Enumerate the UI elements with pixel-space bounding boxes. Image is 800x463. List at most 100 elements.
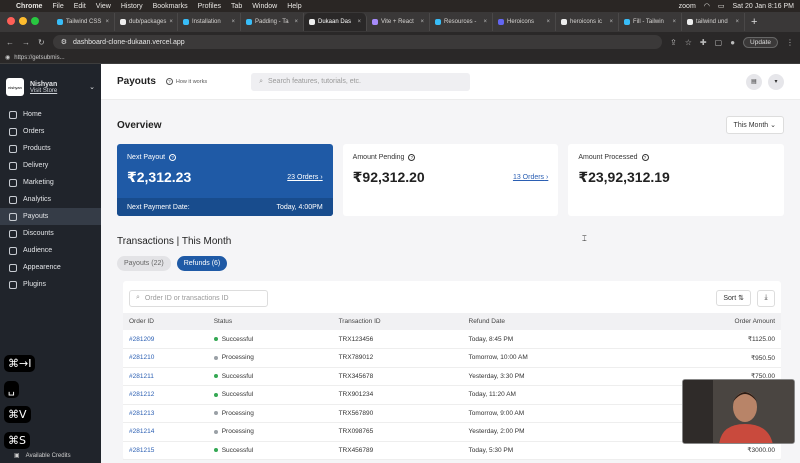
- sidebar-toggle-icon[interactable]: ▢: [715, 38, 723, 47]
- menubar-app-name[interactable]: Chrome: [16, 3, 42, 10]
- forward-icon[interactable]: →: [22, 38, 30, 47]
- search-input[interactable]: ⌕ Search features, tutorials, etc.: [251, 72, 471, 91]
- address-bar[interactable]: ⚙ dashboard-clone-dukaan.vercel.app: [52, 35, 663, 49]
- browser-tab[interactable]: Heroicons ×: [493, 13, 556, 31]
- sidebar-item-delivery[interactable]: Delivery: [0, 157, 101, 174]
- tab-refunds[interactable]: Refunds (6): [176, 256, 228, 271]
- menu-history[interactable]: History: [121, 3, 143, 10]
- close-tab-icon[interactable]: ×: [735, 19, 739, 25]
- close-window-button[interactable]: [7, 17, 15, 25]
- column-order-amount[interactable]: Order Amount: [639, 313, 781, 330]
- download-icon[interactable]: ⤓: [757, 289, 775, 307]
- how-it-works-link[interactable]: ? How it works: [165, 78, 207, 85]
- sidebar-item-home[interactable]: Home: [0, 106, 101, 123]
- order-id-link[interactable]: #281213: [123, 404, 208, 423]
- help-circle-icon[interactable]: ?: [641, 154, 649, 161]
- order-id-link[interactable]: #281211: [123, 367, 208, 386]
- order-id-link[interactable]: #281209: [123, 330, 208, 349]
- zoom-status-icon[interactable]: zoom: [679, 3, 696, 10]
- battery-icon[interactable]: ▭: [718, 2, 725, 10]
- table-row[interactable]: #281210 Processing TRX789012 Tomorrow, 10:0…: [123, 348, 781, 368]
- bookmark-link[interactable]: https://getsubmis...: [14, 55, 64, 61]
- browser-tab[interactable]: Fill - Tailwin ×: [619, 13, 682, 31]
- order-id-link[interactable]: #281214: [123, 422, 208, 442]
- column-transaction-id[interactable]: Transaction ID: [332, 313, 463, 330]
- sidebar-item-plugins[interactable]: Plugins: [0, 276, 101, 293]
- browser-tab[interactable]: tailwind und ×: [682, 13, 745, 31]
- zoom-window-button[interactable]: [31, 17, 39, 25]
- close-tab-icon[interactable]: ×: [294, 19, 298, 25]
- transactions-search-input[interactable]: ⌕ Order ID or transactions ID: [129, 289, 268, 307]
- tab-payouts[interactable]: Payouts (22): [117, 256, 171, 271]
- menu-profiles[interactable]: Profiles: [198, 3, 221, 10]
- column-order-id[interactable]: Order ID: [123, 313, 208, 330]
- order-id-link[interactable]: #281215: [123, 441, 208, 460]
- menu-help[interactable]: Help: [287, 3, 301, 10]
- update-button[interactable]: Update: [743, 36, 778, 48]
- browser-tab[interactable]: Padding - Ta ×: [241, 13, 304, 31]
- browser-tab[interactable]: Installation ×: [178, 13, 241, 31]
- wifi-icon[interactable]: ◠: [704, 2, 710, 10]
- close-tab-icon[interactable]: ×: [546, 19, 550, 25]
- profile-avatar[interactable]: ●: [730, 38, 735, 47]
- announcement-icon[interactable]: ▤: [746, 73, 762, 90]
- browser-tab[interactable]: dub/packages ×: [115, 13, 178, 31]
- close-tab-icon[interactable]: ×: [672, 19, 676, 25]
- next-payout-orders-link[interactable]: 23 Orders ›: [287, 174, 322, 181]
- sidebar-item-label: Payouts: [23, 213, 49, 220]
- reload-icon[interactable]: ↻: [38, 38, 45, 47]
- bookmark-star-icon[interactable]: ☆: [685, 38, 692, 47]
- minimize-window-button[interactable]: [19, 17, 27, 25]
- new-tab-button[interactable]: +: [745, 16, 763, 28]
- back-icon[interactable]: ←: [6, 38, 14, 47]
- menubar-clock[interactable]: Sat 20 Jan 8:16 PM: [733, 3, 794, 10]
- amount-pending-orders-link[interactable]: 13 Orders ›: [513, 174, 548, 181]
- sidebar-item-discounts[interactable]: Discounts: [0, 225, 101, 242]
- sidebar-item-audience[interactable]: Audience: [0, 242, 101, 259]
- share-icon[interactable]: ⇪: [670, 38, 677, 47]
- table-row[interactable]: #281215 Successful TRX456789 Today, 5:30 PM…: [123, 441, 781, 460]
- browser-tab[interactable]: heroicons ic ×: [556, 13, 619, 31]
- sort-button[interactable]: Sort ⇅: [716, 290, 751, 306]
- sidebar-item-analytics[interactable]: Analytics: [0, 191, 101, 208]
- url-text[interactable]: dashboard-clone-dukaan.vercel.app: [73, 39, 185, 46]
- visit-store-link[interactable]: Visit Store: [30, 88, 57, 94]
- account-menu-chevron-icon[interactable]: ▾: [768, 73, 784, 90]
- column-refund-date[interactable]: Refund Date: [462, 313, 640, 330]
- order-id-link[interactable]: #281210: [123, 348, 208, 368]
- sidebar-item-payouts[interactable]: Payouts: [0, 208, 101, 225]
- period-dropdown[interactable]: This Month ⌄: [725, 116, 784, 134]
- table-row[interactable]: #281209 Successful TRX123456 Today, 8:45 PM…: [123, 330, 781, 349]
- browser-menu-icon[interactable]: ⋮: [786, 38, 794, 47]
- close-tab-icon[interactable]: ×: [231, 19, 235, 25]
- chevron-down-icon[interactable]: ⌄: [89, 83, 95, 91]
- extensions-icon[interactable]: ✚: [700, 38, 707, 47]
- browser-tab[interactable]: Vite + React ×: [367, 13, 430, 31]
- close-tab-icon[interactable]: ×: [169, 19, 173, 25]
- close-tab-icon[interactable]: ×: [483, 19, 487, 25]
- menu-file[interactable]: File: [52, 3, 63, 10]
- site-info-icon[interactable]: ⚙: [61, 38, 67, 46]
- sidebar-item-orders[interactable]: Orders: [0, 123, 101, 140]
- menu-tab[interactable]: Tab: [231, 3, 242, 10]
- help-circle-icon[interactable]: ?: [408, 154, 416, 161]
- menu-bookmarks[interactable]: Bookmarks: [153, 3, 188, 10]
- help-circle-icon[interactable]: ?: [169, 154, 177, 161]
- close-tab-icon[interactable]: ×: [420, 19, 424, 25]
- available-credits[interactable]: ▣ Available Credits: [14, 452, 71, 460]
- browser-tab[interactable]: Tailwind CSS ×: [52, 13, 115, 31]
- close-tab-icon[interactable]: ×: [609, 19, 613, 25]
- close-tab-icon[interactable]: ×: [105, 19, 109, 25]
- browser-tab[interactable]: Dukaan Das ×: [304, 13, 367, 31]
- sidebar-item-marketing[interactable]: Marketing: [0, 174, 101, 191]
- menu-view[interactable]: View: [96, 3, 111, 10]
- menu-window[interactable]: Window: [252, 3, 277, 10]
- close-tab-icon[interactable]: ×: [357, 19, 361, 25]
- sidebar-item-products[interactable]: Products: [0, 140, 101, 157]
- menu-edit[interactable]: Edit: [74, 3, 86, 10]
- order-id-link[interactable]: #281212: [123, 385, 208, 405]
- browser-tab[interactable]: Resources - ×: [430, 13, 493, 31]
- column-status[interactable]: Status: [207, 313, 333, 330]
- sidebar-item-appearence[interactable]: Appearence: [0, 259, 101, 276]
- store-switcher[interactable]: nishyan Nishyan Visit Store ⌄: [0, 64, 101, 100]
